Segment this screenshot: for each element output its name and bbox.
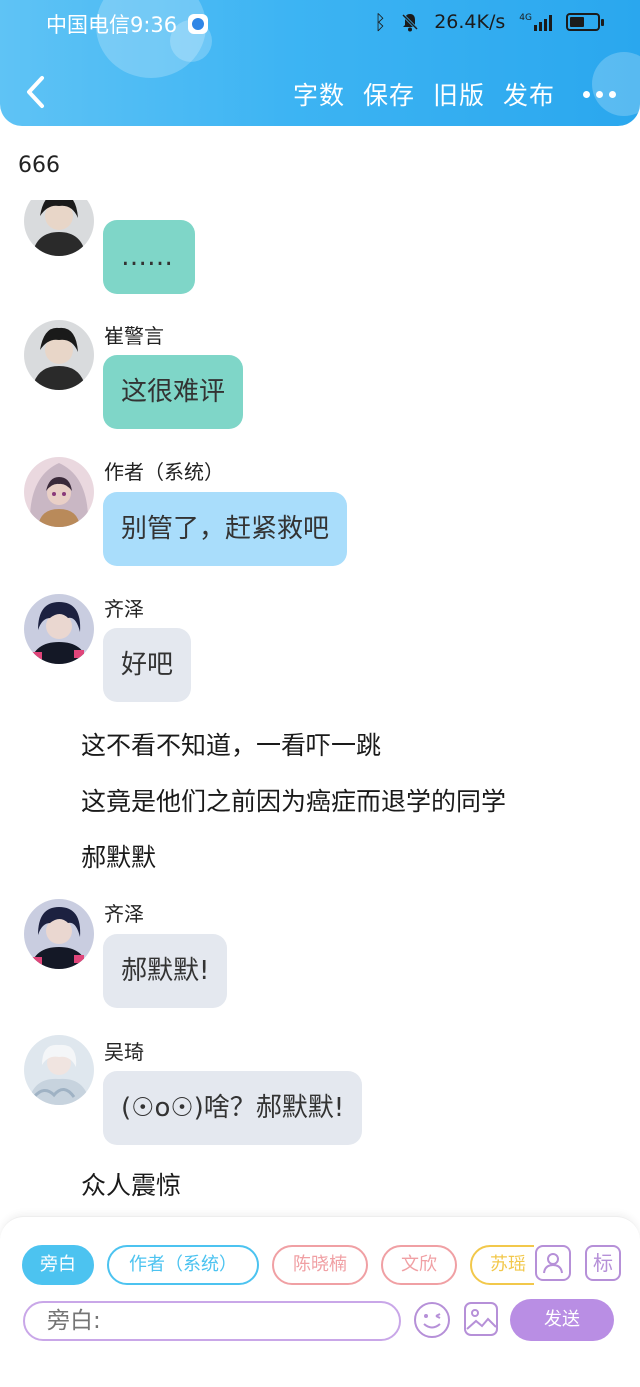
status-bar: 中国电信9:36 ᛒ 26.4K/s 4G	[0, 0, 640, 46]
carrier-time: 中国电信9:36	[46, 9, 208, 39]
avatar[interactable]	[24, 1035, 94, 1105]
word-count-button[interactable]: 字数	[293, 76, 345, 112]
battery-icon	[566, 13, 604, 31]
avatar[interactable]	[24, 457, 94, 527]
sender-name: 作者（系统）	[104, 460, 224, 484]
character-manage-button[interactable]	[535, 1245, 571, 1281]
person-icon	[543, 1253, 563, 1274]
narration-text: 众人震惊	[81, 1171, 182, 1200]
emoji-icon[interactable]	[413, 1301, 451, 1339]
role-chips: 旁白 作者（系统） 陈晓楠 文欣 苏瑶	[22, 1245, 534, 1285]
role-chip-narrator[interactable]: 旁白	[22, 1245, 94, 1285]
avatar[interactable]	[24, 200, 94, 256]
narration-text: 这竟是他们之前因为癌症而退学的同学	[81, 787, 507, 816]
role-chip-chen-xiaonan[interactable]: 陈晓楠	[272, 1245, 368, 1285]
input-panel: 旁白 作者（系统） 陈晓楠 文欣 苏瑶 标 发送	[0, 1216, 640, 1387]
sender-name: 崔警言	[104, 324, 164, 348]
signal-icon: 4G	[519, 13, 552, 31]
sender-name: 齐泽	[104, 902, 144, 926]
label-button[interactable]: 标	[585, 1245, 621, 1281]
more-menu-icon[interactable]	[583, 79, 616, 109]
message-bubble[interactable]: (☉o☉)啥？郝默默!	[103, 1071, 363, 1145]
image-icon[interactable]	[463, 1301, 499, 1337]
role-chip-author[interactable]: 作者（系统）	[107, 1245, 259, 1285]
header-menu: 字数 保存 旧版 发布	[293, 76, 616, 112]
app-notification-icon	[187, 14, 208, 34]
send-button[interactable]: 发送	[510, 1299, 614, 1341]
bell-mute-icon	[402, 13, 419, 32]
signal-type: 4G	[519, 13, 532, 23]
role-chip-wenxin[interactable]: 文欣	[381, 1245, 457, 1285]
chat-area[interactable]: …… 崔警言 这很难评 作者（系统） 别管了，赶紧救吧 齐泽 好吧 这不看不知道…	[0, 200, 640, 1212]
publish-button[interactable]: 发布	[503, 76, 555, 112]
narration-text: 郝默默	[81, 843, 157, 872]
word-count: 666	[18, 153, 60, 178]
sender-name: 齐泽	[104, 597, 144, 621]
clock: 9:36	[130, 13, 178, 37]
save-button[interactable]: 保存	[363, 76, 415, 112]
message-bubble[interactable]: 这很难评	[103, 355, 244, 429]
back-button[interactable]	[22, 74, 52, 110]
message-bubble[interactable]: 别管了，赶紧救吧	[103, 492, 348, 566]
message-input[interactable]	[23, 1301, 401, 1341]
top-header: 中国电信9:36 ᛒ 26.4K/s 4G 字数 保存 旧版 发布	[0, 0, 640, 126]
role-chip-suyao[interactable]: 苏瑶	[470, 1245, 534, 1285]
status-icons: ᛒ 26.4K/s 4G	[374, 10, 604, 34]
carrier-name: 中国电信	[46, 13, 130, 37]
bluetooth-icon: ᛒ	[374, 10, 387, 34]
narration-text: 这不看不知道，一看吓一跳	[81, 731, 382, 760]
avatar[interactable]	[24, 899, 94, 969]
message-bubble[interactable]: ……	[103, 220, 195, 294]
message-bubble[interactable]: 郝默默!	[103, 934, 228, 1008]
message-bubble[interactable]: 好吧	[103, 628, 192, 702]
network-speed: 26.4K/s	[434, 11, 506, 33]
sender-name: 吴琦	[104, 1040, 144, 1064]
old-version-button[interactable]: 旧版	[433, 76, 485, 112]
avatar[interactable]	[24, 594, 94, 664]
avatar[interactable]	[24, 320, 94, 390]
